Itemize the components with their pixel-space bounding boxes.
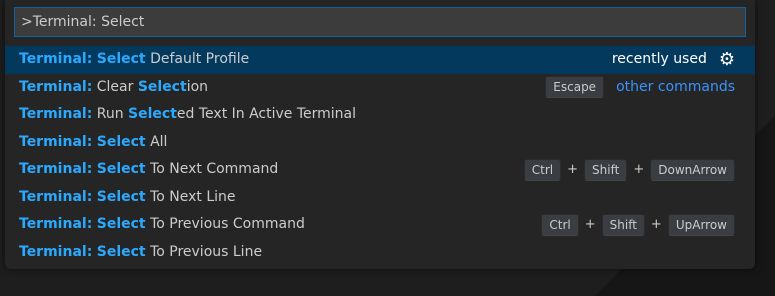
command-suffix: ed Text In Active Terminal: [176, 106, 357, 122]
command-input-box[interactable]: [14, 7, 746, 37]
command-match: Select: [96, 243, 146, 260]
command-match: Select: [96, 161, 146, 177]
command-item[interactable]: Terminal: Select To Previous Command Ctr…: [5, 211, 755, 239]
command-pre: Clear: [92, 78, 138, 95]
keybinding-key: Shift: [584, 158, 628, 181]
keybinding-key: Escape: [545, 76, 605, 99]
command-match: Select: [96, 216, 146, 232]
command-prefix: Terminal:: [19, 106, 93, 122]
command-prefix: Terminal:: [19, 133, 93, 150]
recently-used-label: recently used: [611, 51, 707, 67]
command-pre: Run: [92, 106, 129, 122]
keybinding-plus: +: [633, 162, 645, 177]
command-item[interactable]: Terminal: Select All: [5, 129, 755, 157]
command-prefix: Terminal:: [19, 243, 93, 260]
command-item[interactable]: Terminal: Run Selected Text In Active Te…: [5, 101, 755, 129]
keybinding-plus: +: [584, 217, 596, 232]
command-match: Select: [96, 188, 146, 205]
command-match: Select: [96, 51, 146, 67]
keybinding-key: Ctrl: [523, 158, 562, 181]
command-item[interactable]: Terminal: Select Default Profile recentl…: [5, 46, 755, 74]
command-match: Select: [137, 78, 187, 95]
keybinding-key: DownArrow: [650, 158, 735, 181]
keybinding-plus: +: [650, 217, 662, 232]
command-suffix: ion: [186, 78, 209, 95]
command-suffix: All: [145, 133, 168, 150]
command-list: Terminal: Select Default Profile recentl…: [5, 46, 755, 266]
keybinding: Ctrl + Shift + DownArrow: [523, 156, 735, 184]
keybinding-key: UpArrow: [667, 213, 735, 236]
command-input[interactable]: [15, 8, 745, 36]
command-item[interactable]: Terminal: Select To Next Line: [5, 184, 755, 212]
command-match: Select: [96, 133, 146, 150]
other-commands-link[interactable]: other commands: [616, 74, 735, 102]
command-suffix: Default Profile: [145, 51, 250, 67]
command-suffix: To Next Line: [145, 188, 236, 205]
keybinding-key: Ctrl: [541, 213, 579, 236]
keybinding-plus: +: [567, 162, 579, 177]
command-prefix: Terminal:: [19, 51, 93, 67]
command-suffix: To Previous Command: [145, 216, 305, 232]
keybinding: Ctrl + Shift + UpArrow: [541, 211, 735, 239]
command-item[interactable]: Terminal: Select To Next Command Ctrl + …: [5, 156, 755, 184]
command-prefix: Terminal:: [19, 188, 93, 205]
command-match: Select: [128, 106, 177, 122]
command-suffix: To Next Command: [145, 161, 279, 177]
command-meta: Escape other commands: [545, 74, 735, 102]
command-meta: recently used ⚙: [612, 46, 735, 74]
command-item[interactable]: Terminal: Clear Selection Escape other c…: [5, 74, 755, 102]
command-prefix: Terminal:: [19, 216, 93, 232]
command-prefix: Terminal:: [19, 161, 93, 177]
command-suffix: To Previous Line: [145, 243, 263, 260]
gear-icon[interactable]: ⚙: [719, 46, 735, 74]
keybinding-key: Shift: [601, 213, 645, 236]
command-prefix: Terminal:: [19, 78, 93, 95]
command-item[interactable]: Terminal: Select To Previous Line: [5, 239, 755, 267]
command-palette: Terminal: Select Default Profile recentl…: [5, 0, 755, 269]
